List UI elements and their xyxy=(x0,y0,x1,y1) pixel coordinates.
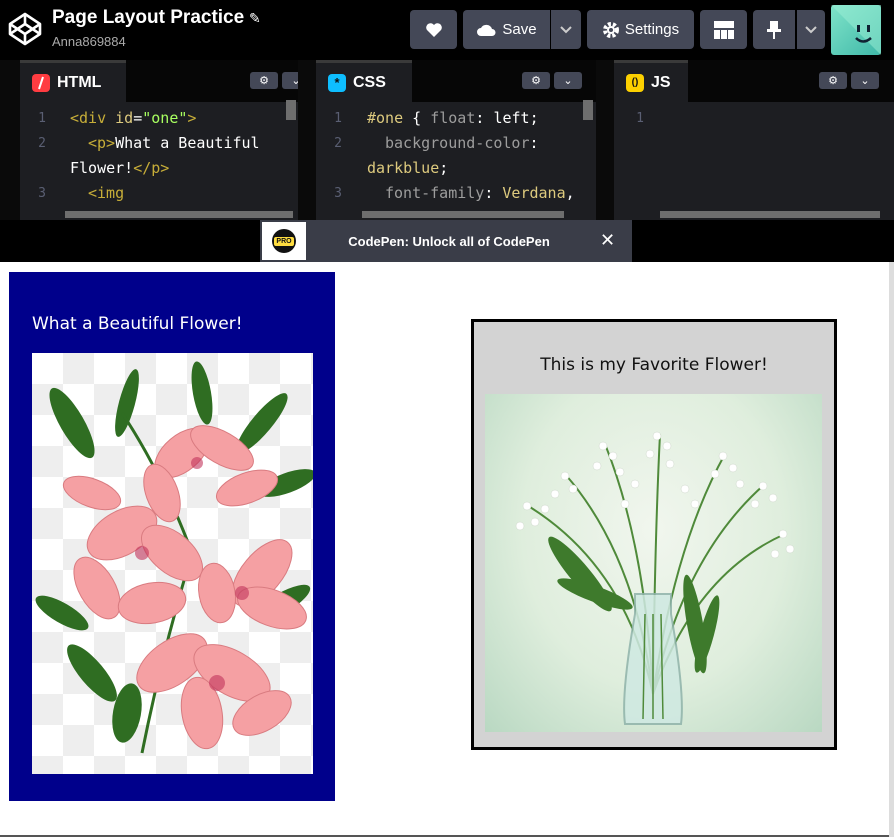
settings-label: Settings xyxy=(624,21,680,38)
code-line: font-family: Verdana, xyxy=(385,184,575,202)
pane-resizer[interactable] xyxy=(596,60,614,220)
username[interactable]: Anna869884 xyxy=(52,34,126,49)
vertical-scrollbar[interactable] xyxy=(583,100,593,120)
div-one-heading: What a Beautiful Flower! xyxy=(32,314,243,334)
pin-dropdown-button[interactable] xyxy=(797,10,825,49)
settings-button[interactable]: Settings xyxy=(587,10,694,49)
horizontal-scrollbar[interactable] xyxy=(362,211,564,218)
flower-image-azalea xyxy=(32,353,316,774)
tab-css-label: CSS xyxy=(353,73,386,91)
js-collapse-button[interactable]: ⌄ xyxy=(851,72,879,89)
save-label: Save xyxy=(502,21,537,38)
preview-scrollbar[interactable] xyxy=(889,262,894,837)
css-icon: * xyxy=(328,73,346,92)
change-view-button[interactable] xyxy=(700,10,747,49)
save-button[interactable]: Save xyxy=(463,10,550,49)
div-two-heading: This is my Favorite Flower! xyxy=(540,355,768,375)
html-collapse-button[interactable]: ⌄ xyxy=(282,72,298,89)
pencil-icon[interactable]: ✎ xyxy=(249,10,261,27)
html-editor-pane[interactable]: HTML ⚙ ⌄ 1 <div id="one"> 2 <p>What a Be… xyxy=(20,60,298,220)
pin-button[interactable] xyxy=(753,10,795,49)
avatar[interactable] xyxy=(831,5,881,55)
tab-html-label: HTML xyxy=(57,73,102,91)
js-settings-button[interactable]: ⚙ xyxy=(819,72,847,89)
css-settings-button[interactable]: ⚙ xyxy=(522,72,550,89)
lily-vase-illustration xyxy=(515,431,795,725)
layout-icon xyxy=(713,20,734,39)
line-number: 2 xyxy=(334,136,342,151)
code-line: Flower!</p> xyxy=(70,159,170,177)
js-editor-pane[interactable]: () JS ⚙ ⌄ 1 xyxy=(614,60,894,220)
avatar-face-icon xyxy=(831,5,881,55)
tab-js-label: JS xyxy=(651,73,671,91)
line-number: 3 xyxy=(334,186,342,201)
code-line: <div id="one"> xyxy=(70,109,197,127)
chevron-down-icon xyxy=(805,25,817,33)
pen-title[interactable]: Page Layout Practice xyxy=(52,7,244,29)
line-number: 1 xyxy=(38,111,46,126)
close-icon[interactable]: ✕ xyxy=(600,230,615,251)
chevron-down-icon xyxy=(560,25,572,33)
tab-js[interactable]: () JS xyxy=(614,60,688,102)
pane-resizer[interactable] xyxy=(298,60,316,220)
cloud-icon xyxy=(477,24,496,36)
code-line: background-color: xyxy=(385,134,539,152)
horizontal-scrollbar[interactable] xyxy=(65,211,293,218)
pro-badge: PRO xyxy=(262,222,306,260)
line-number: 3 xyxy=(38,186,46,201)
horizontal-scrollbar[interactable] xyxy=(660,211,880,218)
pro-banner-text[interactable]: CodePen: Unlock all of CodePen xyxy=(306,220,592,262)
html-settings-button[interactable]: ⚙ xyxy=(250,72,278,89)
line-number: 1 xyxy=(334,111,342,126)
line-number: 1 xyxy=(636,111,644,126)
codepen-logo-icon[interactable] xyxy=(8,12,42,46)
tab-css[interactable]: * CSS xyxy=(316,60,412,102)
tab-html[interactable]: HTML xyxy=(20,60,126,102)
code-line: darkblue; xyxy=(367,159,449,177)
heart-icon xyxy=(425,22,442,37)
code-line: #one { float: left; xyxy=(367,109,539,127)
html-icon xyxy=(32,73,50,92)
flower-image-lily-of-the-valley xyxy=(485,394,822,732)
code-line: <p>What a Beautiful xyxy=(88,134,260,152)
pin-icon xyxy=(767,20,781,39)
css-editor-pane[interactable]: * CSS ⚙ ⌄ 1 #one { float: left; 2 backgr… xyxy=(316,60,596,220)
pro-badge-label: PRO xyxy=(274,236,294,246)
azalea-illustration xyxy=(35,361,316,754)
vertical-scrollbar[interactable] xyxy=(286,100,296,120)
css-collapse-button[interactable]: ⌄ xyxy=(554,72,582,89)
js-icon: () xyxy=(626,73,644,92)
pane-resizer[interactable] xyxy=(0,60,20,220)
code-line: <img xyxy=(88,184,125,202)
line-number: 2 xyxy=(38,136,46,151)
heart-button[interactable] xyxy=(410,10,457,49)
gear-icon xyxy=(602,21,619,38)
save-dropdown-button[interactable] xyxy=(551,10,581,49)
